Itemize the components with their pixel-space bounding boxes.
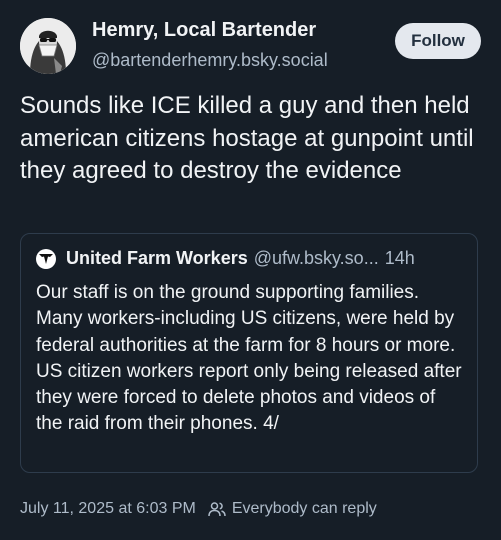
- post-text: Sounds like ICE killed a guy and then he…: [20, 92, 474, 184]
- author-display-name[interactable]: Hemry, Local Bartender: [92, 19, 316, 42]
- quoted-post-time: 14h: [384, 248, 415, 268]
- post: Hemry, Local Bartender @bartenderhemry.b…: [0, 0, 501, 540]
- post-timestamp[interactable]: July 11, 2025 at 6:03 PM: [20, 500, 196, 518]
- quoted-post-header: United Farm Workers @ufw.bsky.so... 14h: [36, 248, 466, 269]
- masked-person-avatar-icon: [20, 18, 76, 74]
- quoted-author-handle: @ufw.bsky.so...: [253, 248, 379, 268]
- ufw-eagle-logo-icon: [36, 248, 56, 269]
- follow-button[interactable]: Follow: [395, 23, 481, 59]
- quoted-post-text: Our staff is on the ground supporting fa…: [36, 282, 462, 435]
- post-meta: July 11, 2025 at 6:03 PM Everybody can r…: [20, 500, 377, 518]
- author-avatar[interactable]: [20, 18, 76, 74]
- quoted-post[interactable]: United Farm Workers @ufw.bsky.so... 14h …: [20, 233, 478, 473]
- reply-setting[interactable]: Everybody can reply: [232, 500, 377, 518]
- people-icon: [208, 501, 226, 517]
- author-handle[interactable]: @bartenderhemry.bsky.social: [92, 50, 328, 71]
- quoted-author-name: United Farm Workers: [66, 248, 248, 268]
